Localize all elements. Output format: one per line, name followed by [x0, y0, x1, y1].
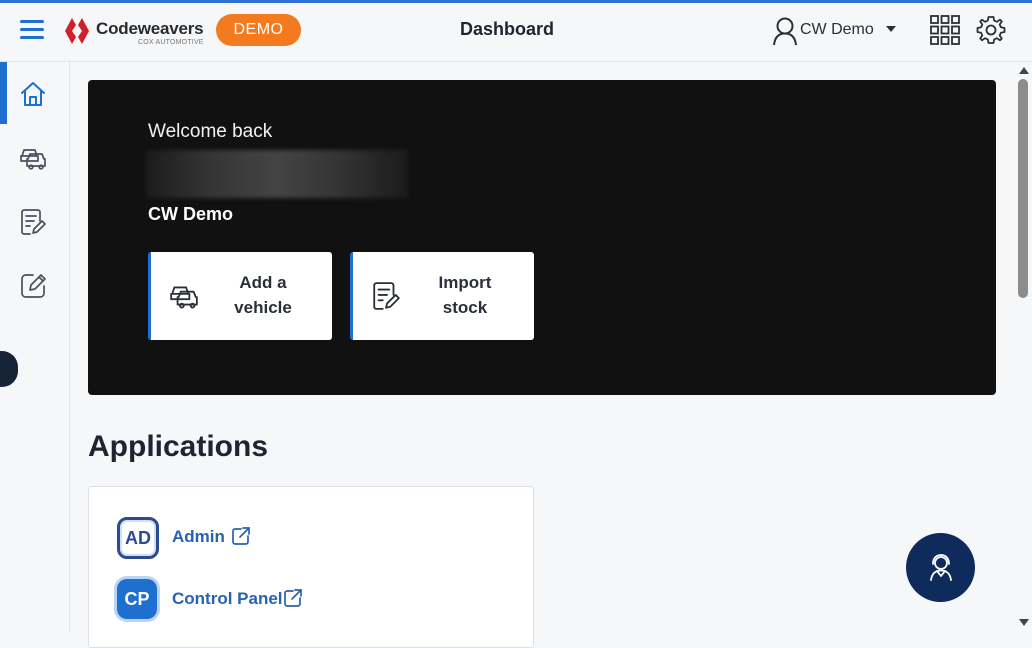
applications-card: AD Admin CP Control Panel	[88, 486, 534, 648]
logo-text: Codeweavers	[96, 19, 204, 38]
hero-user-name: CW Demo	[148, 204, 233, 224]
notes-edit-icon	[373, 282, 400, 310]
hamburger-menu-icon[interactable]	[20, 20, 44, 40]
import-stock-label: Import stock	[438, 273, 492, 317]
control-panel-app-badge: CP	[117, 579, 157, 619]
gear-icon[interactable]	[976, 15, 1006, 45]
sidebar-item-vehicles[interactable]	[0, 126, 69, 188]
welcome-text: Welcome back	[148, 121, 273, 142]
app-header: Codeweavers COX AUTOMOTIVE DEMO Dashboar…	[0, 3, 1032, 62]
app-name: Admin	[172, 527, 225, 546]
support-chat-button[interactable]	[906, 533, 975, 602]
codeweavers-logo-mark-icon	[65, 18, 89, 44]
admin-app-badge: AD	[117, 517, 159, 559]
notes-edit-icon	[21, 209, 46, 235]
sidebar-collapse-handle[interactable]	[0, 351, 18, 387]
cars-icon	[20, 149, 46, 170]
app-name: Control Panel	[172, 589, 283, 608]
sidebar-item-stock[interactable]	[0, 190, 69, 252]
user-icon	[773, 17, 797, 46]
app-link-control-panel[interactable]: CP Control Panel	[117, 579, 497, 621]
applications-heading: Applications	[88, 430, 269, 463]
import-stock-button[interactable]: Import stock	[350, 252, 534, 340]
chevron-down-icon	[886, 26, 896, 32]
sidebar-item-home[interactable]	[0, 62, 69, 124]
add-vehicle-label: Add a vehicle	[234, 273, 292, 317]
edit-square-icon	[21, 274, 46, 298]
welcome-hero: Welcome back CW Demo Add a vehicle Impor…	[88, 80, 996, 395]
external-link-icon[interactable]	[231, 526, 251, 546]
user-menu[interactable]: CW Demo	[772, 14, 902, 48]
logo-subtext: COX AUTOMOTIVE	[138, 39, 204, 46]
app-link-admin[interactable]: AD Admin	[117, 517, 497, 559]
add-vehicle-button[interactable]: Add a vehicle	[148, 252, 332, 340]
scrollbar-thumb[interactable]	[1018, 79, 1028, 298]
external-link-icon[interactable]	[283, 588, 303, 608]
apps-grid-icon[interactable]	[930, 15, 960, 45]
blurred-content	[146, 150, 408, 198]
sidebar-item-edit[interactable]	[0, 254, 69, 316]
user-name: CW Demo	[800, 21, 874, 38]
cars-icon	[170, 286, 198, 309]
page-title: Dashboard	[459, 19, 555, 39]
sidebar	[0, 62, 70, 631]
home-icon	[21, 82, 45, 106]
demo-badge: DEMO	[216, 14, 301, 46]
codeweavers-logo[interactable]: Codeweavers COX AUTOMOTIVE	[64, 16, 204, 48]
vertical-scrollbar[interactable]	[1015, 62, 1032, 631]
scroll-down-icon[interactable]	[1019, 619, 1029, 626]
scroll-up-icon[interactable]	[1019, 67, 1029, 74]
support-agent-icon	[930, 554, 952, 581]
